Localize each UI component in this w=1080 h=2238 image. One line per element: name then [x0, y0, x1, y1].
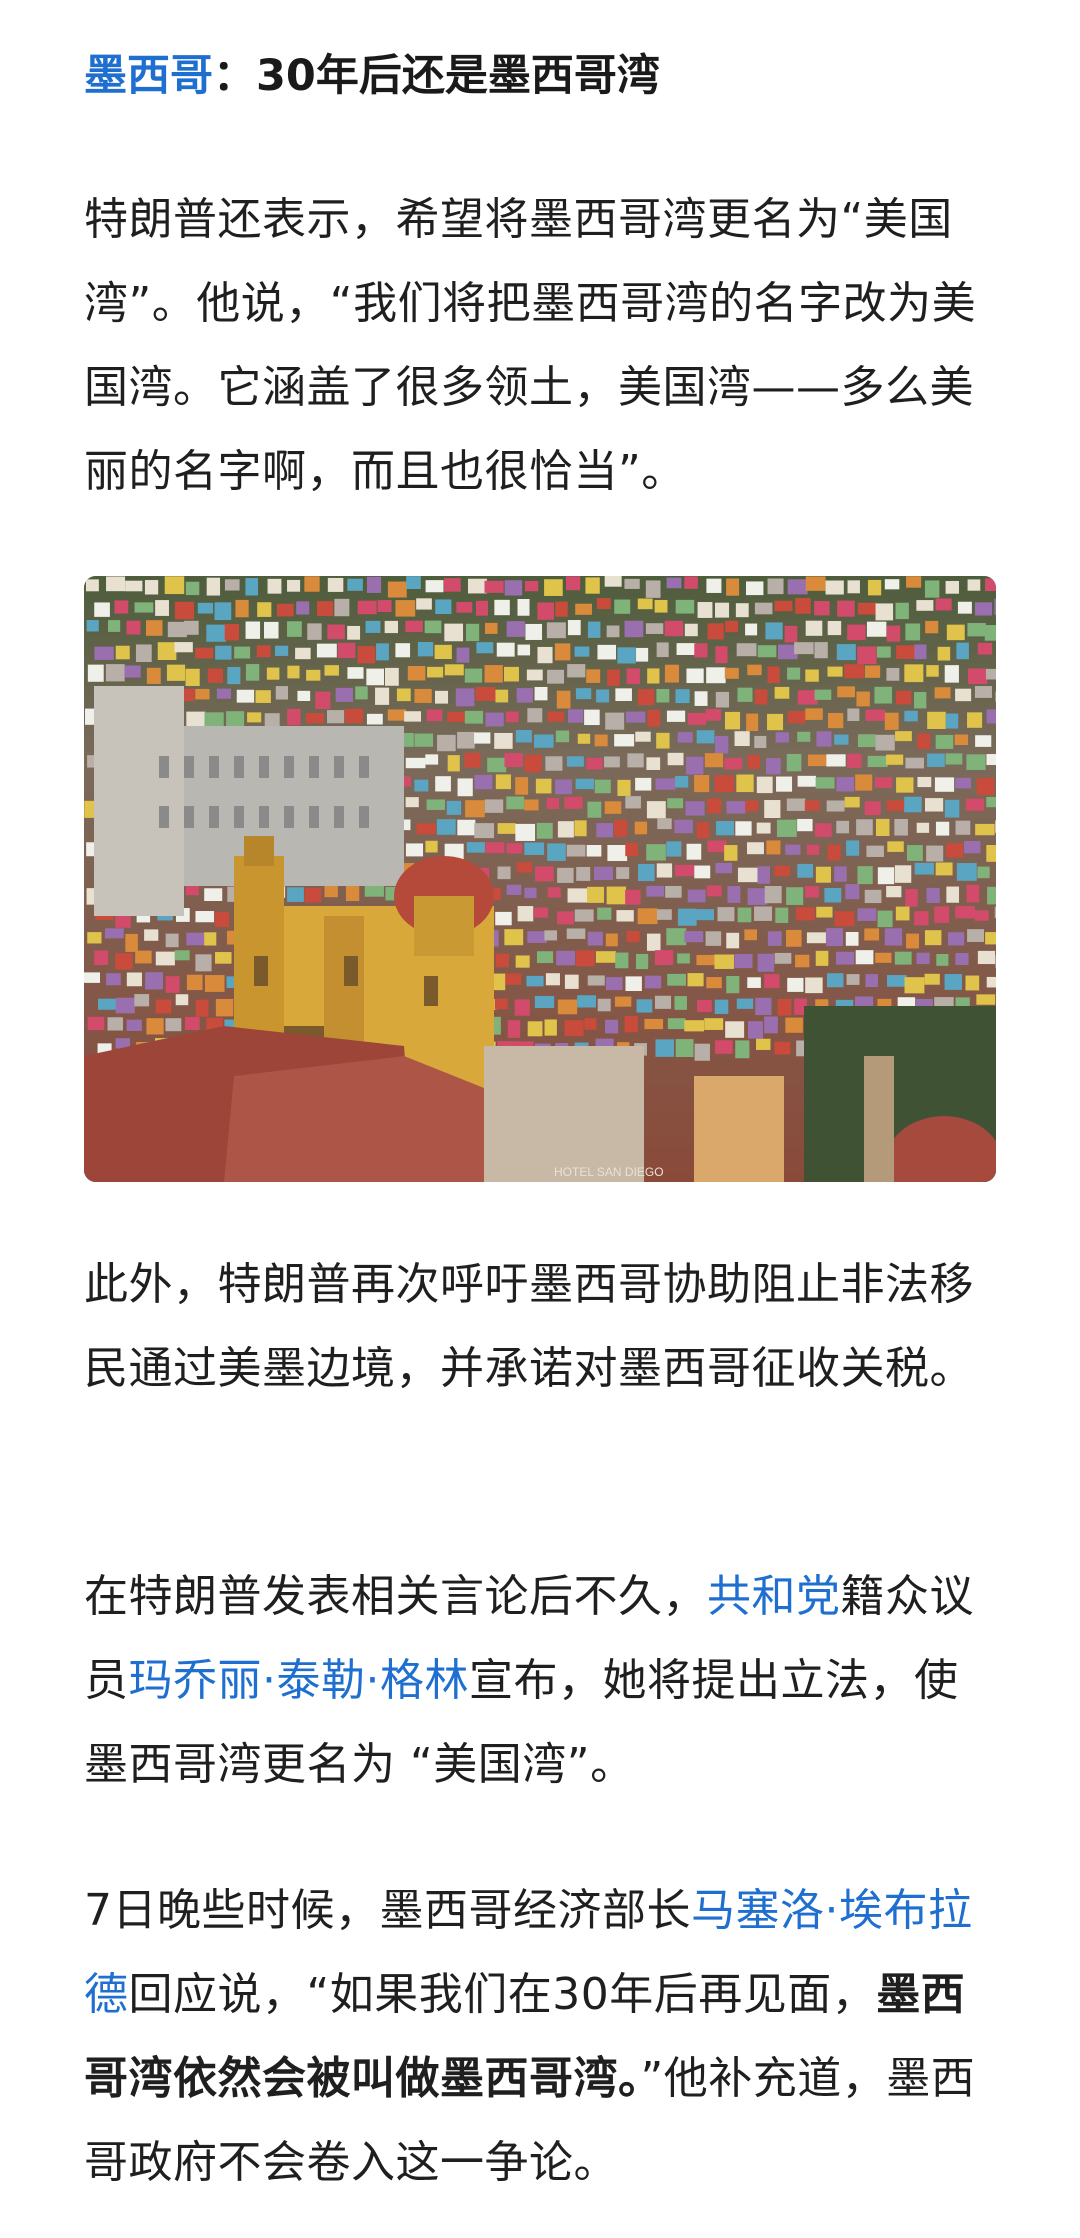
- paragraph-2: 此外，特朗普再次呼吁墨西哥协助阻止非法移民通过美墨边境，并承诺对墨西哥征收关税。: [84, 1259, 974, 1394]
- paragraph-4-text-b: 回应说，“如果我们在30年后再见面，: [128, 1969, 877, 2020]
- paragraph-4-text-a: 7日晚些时候，墨西哥经济部长: [84, 1885, 691, 1936]
- link-marjorie-taylor-greene[interactable]: 玛乔丽·泰勒·格林: [129, 1655, 469, 1706]
- hotel-sign-text: HOTEL SAN DIEGO: [554, 1165, 664, 1179]
- paragraph-1: 特朗普还表示，希望将墨西哥湾更名为“美国湾”。他说，“我们将把墨西哥湾的名字改为…: [84, 194, 977, 497]
- paragraph-3: 在特朗普发表相关言论后不久，共和党籍众议员玛乔丽·泰勒·格林宣布，她将提出立法，…: [84, 1555, 996, 1807]
- paragraph-4: 7日晚些时候，墨西哥经济部长马塞洛·埃布拉德回应说，“如果我们在30年后再见面，…: [84, 1869, 996, 2205]
- paragraph-3-text-a: 在特朗普发表相关言论后不久，: [84, 1571, 707, 1622]
- heading-link-mexico[interactable]: 墨西哥: [84, 51, 213, 101]
- city-photo-illustration: HOTEL SAN DIEGO: [84, 576, 996, 1182]
- section-heading: 墨西哥：30年后还是墨西哥湾: [84, 46, 660, 106]
- article-photo-guanajuato[interactable]: HOTEL SAN DIEGO: [84, 576, 996, 1182]
- heading-text: ：30年后还是墨西哥湾: [213, 51, 660, 101]
- link-republican-party[interactable]: 共和党: [707, 1571, 841, 1622]
